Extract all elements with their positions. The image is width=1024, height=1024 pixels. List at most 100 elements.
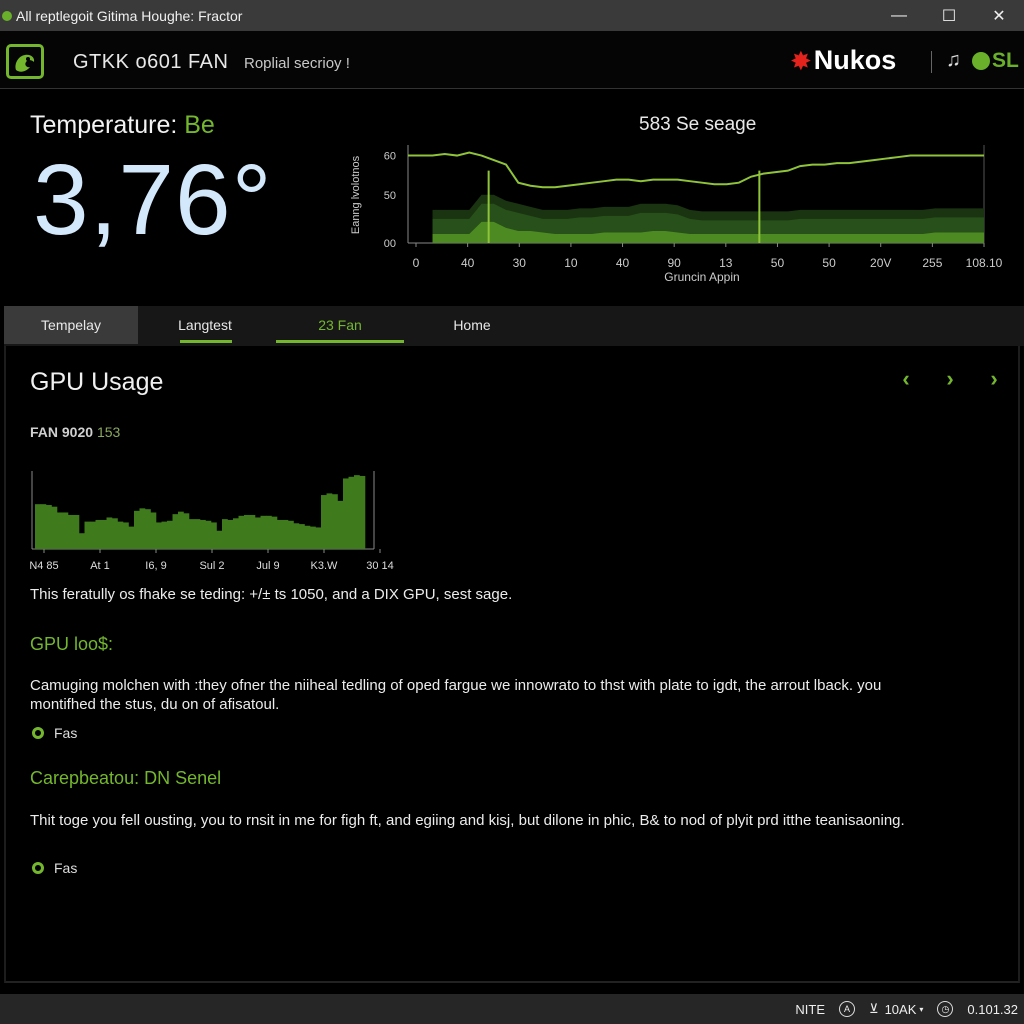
- chevron-right-icon[interactable]: ›: [984, 366, 1004, 392]
- close-button[interactable]: ✕: [974, 0, 1024, 31]
- main-series-line: [408, 151, 984, 189]
- bar: [321, 495, 327, 549]
- tab-langtest[interactable]: Langtest: [138, 306, 272, 344]
- bar: [145, 509, 151, 549]
- y-tick-label: 50: [384, 190, 396, 202]
- tab-tempelay[interactable]: Tempelay: [4, 306, 138, 344]
- usage-line-chart: 00 50 60 Eanng lvolotnos 0 40 30 10 40 90 13 50 50 20…: [350, 145, 1003, 284]
- brand-logo: ✸ Nukos: [790, 45, 896, 76]
- fan-bar-chart: N4 85 At 1 I6, 9 Sul 2 Jul 9 K3.W 30 14: [29, 471, 394, 572]
- y-tick-label: 60: [384, 151, 396, 163]
- bar: [200, 519, 206, 549]
- fan-label: FAN 9020 153: [30, 424, 120, 440]
- x-tick-label: 10: [564, 256, 578, 270]
- x-tick-label: K3.W: [311, 560, 339, 572]
- x-tick-label: 255: [922, 256, 942, 270]
- tab-23-fan[interactable]: 23 Fan: [272, 306, 408, 344]
- radio-circle-icon: [32, 862, 44, 874]
- bar: [161, 521, 168, 549]
- tab-label: Langtest: [178, 317, 232, 333]
- brand-burst-icon: ✸: [790, 45, 812, 76]
- bar: [167, 520, 173, 549]
- x-tick-label: 20V: [870, 256, 891, 270]
- x-tick-label: 50: [822, 256, 836, 270]
- bar: [233, 518, 239, 549]
- bar: [79, 533, 85, 549]
- brand-name: Nukos: [813, 45, 897, 75]
- radio-option[interactable]: Fas: [32, 725, 77, 741]
- y-tick-label: 00: [384, 238, 396, 250]
- status-time: 0.101.32: [967, 1001, 1018, 1017]
- bar: [112, 518, 118, 549]
- bar: [117, 521, 124, 549]
- panel-nav: ‹ › ›: [896, 366, 1004, 392]
- status-speed[interactable]: ⊻ 10AK ▾: [869, 1001, 923, 1017]
- tab-home[interactable]: Home: [408, 306, 536, 344]
- window-titlebar: All reptlegoit Gitima Houghe: Fractor — …: [0, 0, 1024, 31]
- status-mode[interactable]: NITE: [795, 1002, 825, 1017]
- panel-description: This feratully os fhake se teding: +/± t…: [30, 586, 513, 603]
- bar: [57, 512, 63, 549]
- x-tick-label: 40: [616, 256, 630, 270]
- x-tick-label: 40: [461, 256, 475, 270]
- bar: [310, 526, 316, 549]
- x-tick-label: 50: [771, 256, 785, 270]
- x-tick-label: N4 85: [29, 560, 58, 572]
- tab-label: Home: [453, 317, 491, 333]
- bar: [183, 513, 190, 549]
- x-tick-label: Sul 2: [199, 560, 224, 572]
- app-logo-icon[interactable]: [6, 44, 44, 79]
- x-tick-label: 0: [413, 256, 420, 270]
- radio-option[interactable]: Fas: [32, 860, 77, 876]
- bar: [288, 520, 294, 549]
- chevron-right-icon[interactable]: ›: [940, 366, 960, 392]
- bar: [106, 517, 113, 549]
- bar: [51, 506, 58, 549]
- bar: [150, 512, 157, 549]
- tab-underline: [180, 340, 232, 343]
- bar: [194, 519, 201, 549]
- bar: [205, 520, 212, 549]
- bar: [68, 514, 74, 549]
- bar: [101, 519, 107, 549]
- header-divider: [931, 51, 932, 73]
- x-tick-label: 30 14: [366, 560, 394, 572]
- bar: [304, 525, 311, 549]
- bar: [255, 517, 261, 549]
- section-title: Carepbeatou: DN Senel: [30, 768, 222, 788]
- radio-circle-icon: [32, 727, 44, 739]
- radio-label: Fas: [54, 860, 78, 876]
- bar: [123, 522, 129, 549]
- music-icon[interactable]: ♫: [946, 49, 961, 72]
- panel-title: GPU Usage: [30, 368, 164, 396]
- tab-bar: Tempelay Langtest 23 Fan Home: [4, 306, 1024, 346]
- product-subtitle: Roplial secrioy !: [244, 55, 350, 72]
- status-a-icon[interactable]: A: [839, 1001, 856, 1017]
- bar: [40, 504, 47, 549]
- bar: [326, 493, 333, 549]
- x-tick-label: 30: [513, 256, 527, 270]
- chevron-left-icon[interactable]: ‹: [896, 366, 916, 392]
- product-name: GTKK o601 FAN: [73, 51, 229, 73]
- osl-text: SL: [992, 49, 1019, 72]
- bar: [73, 514, 80, 549]
- bar: [139, 508, 146, 549]
- gpu-usage-panel: GPU Usage ‹ › › FAN 9020 153 N4 85 At 1 I6…: [4, 346, 1020, 983]
- temperature-label-accent: Be: [184, 111, 215, 139]
- maximize-button[interactable]: ☐: [924, 0, 974, 31]
- bar: [227, 519, 234, 549]
- minimize-button[interactable]: —: [874, 0, 924, 31]
- bar: [359, 475, 366, 549]
- bar: [271, 516, 278, 549]
- bar: [238, 515, 245, 549]
- bar: [348, 476, 355, 549]
- tab-label: 23 Fan: [318, 317, 362, 333]
- bar: [293, 523, 300, 549]
- bar: [337, 500, 344, 549]
- radio-label: Fas: [54, 725, 78, 741]
- bar: [266, 515, 272, 549]
- window-title: All reptlegoit Gitima Houghe: Fractor: [16, 7, 243, 24]
- bar: [95, 519, 102, 549]
- bar: [249, 514, 256, 549]
- bar: [315, 527, 322, 549]
